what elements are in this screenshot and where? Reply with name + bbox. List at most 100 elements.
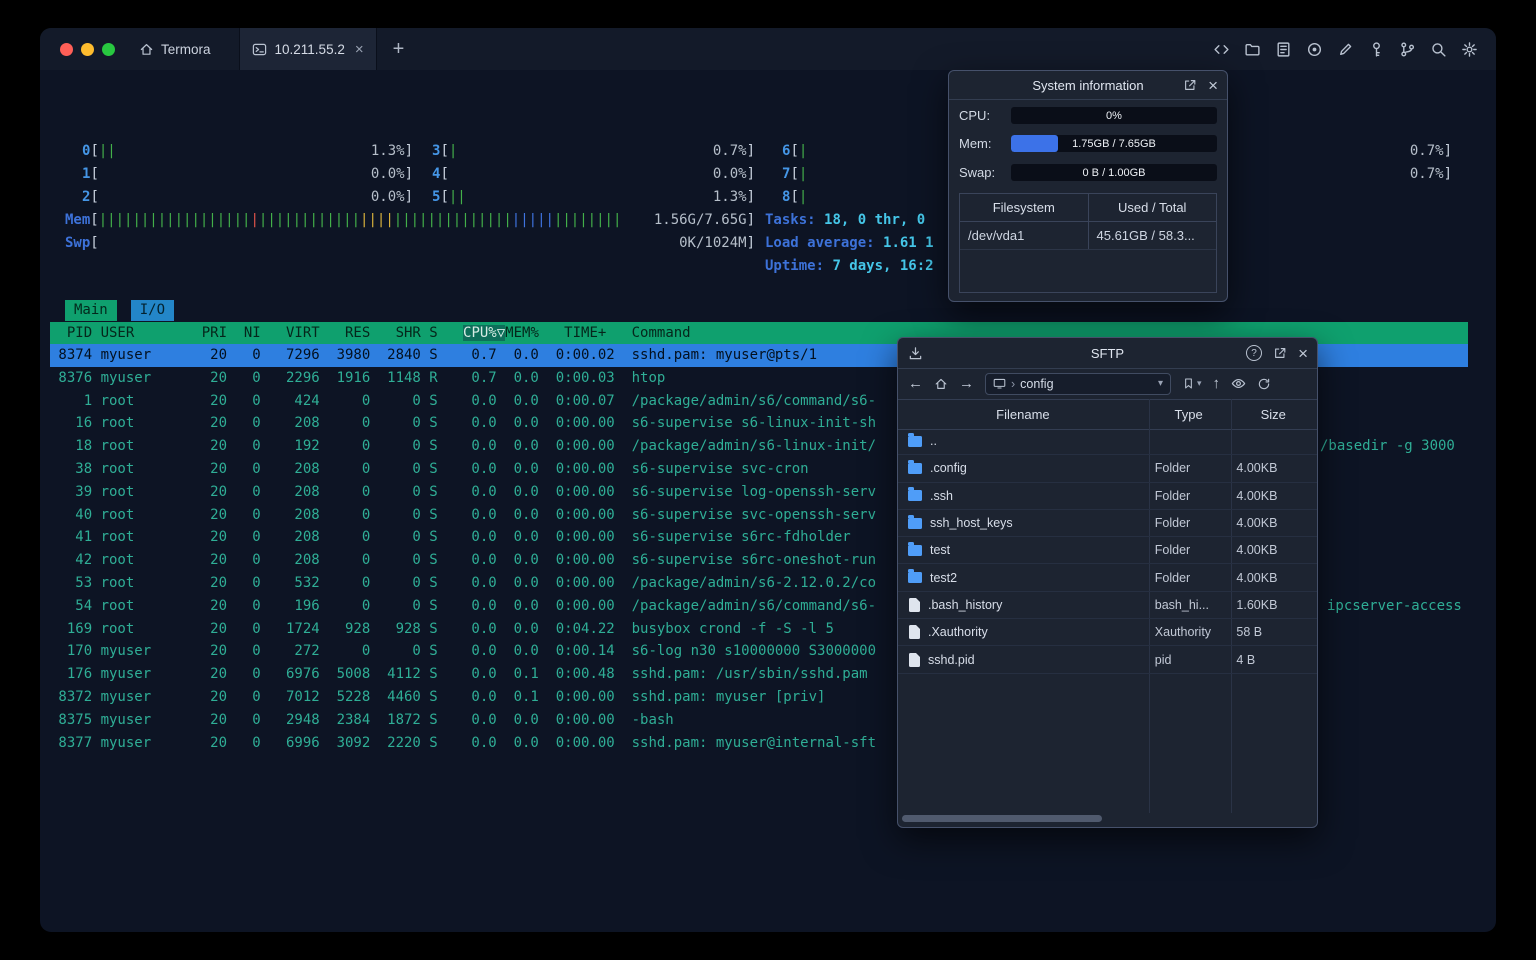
htop-screen-tabs: Main I/O (65, 300, 175, 321)
cpu-usage-bar: 0% (1011, 107, 1217, 124)
file-row[interactable]: .. (898, 428, 1317, 456)
chevron-down-icon: ▾ (1197, 378, 1202, 388)
sftp-toolbar: ← → › config ▾ ▾ ↑ (898, 368, 1317, 399)
minimize-window-button[interactable] (81, 42, 94, 56)
app-window: Termora 10.211.55.2 × + 0[|| 1.3%] 1[0.… (40, 28, 1496, 932)
swap-meter: Swp[ 0K/1024M] (65, 235, 755, 251)
folder-icon (1244, 43, 1260, 56)
htop-tab-io[interactable]: I/O (130, 300, 175, 321)
cpu-meter-4: 4[ 0.0%] (432, 166, 755, 182)
cpu-usage-row: CPU: 0% (959, 107, 1217, 124)
zoom-window-button[interactable] (102, 42, 115, 56)
titlebar-actions (1212, 40, 1496, 58)
load-average: Load average: 1.61 1 (765, 235, 934, 251)
document-icon (1276, 41, 1290, 57)
folder-button[interactable] (1243, 40, 1261, 58)
horizontal-scrollbar[interactable] (900, 815, 1315, 823)
command-overflow-text: /basedir -g 3000 (1320, 438, 1455, 455)
tab-termora-home[interactable]: Termora (131, 28, 239, 70)
file-row[interactable]: test Folder 4.00KB (898, 537, 1317, 565)
memory-usage-bar: 1.75GB / 7.65GB (1011, 135, 1217, 152)
file-list: .. .config Folder 4.00KB .ssh Folder 4.00K… (898, 428, 1317, 674)
close-panel-icon[interactable]: × (1298, 345, 1308, 362)
back-button[interactable]: ← (908, 376, 923, 391)
keys-button[interactable] (1367, 40, 1385, 58)
help-icon[interactable]: ? (1246, 345, 1263, 361)
tab-session[interactable]: 10.211.55.2 × (238, 28, 377, 70)
file-table-header[interactable]: Filename Type Size (898, 399, 1317, 430)
htop-tab-main[interactable]: Main (65, 300, 117, 321)
open-in-window-icon[interactable] (1183, 78, 1197, 92)
scrollbar-thumb[interactable] (902, 815, 1102, 822)
computer-icon (993, 378, 1006, 389)
close-panel-icon[interactable]: × (1208, 77, 1218, 94)
filesystem-row[interactable]: /dev/vda1 45.61GB / 58.3... (960, 222, 1216, 250)
forward-button[interactable]: → (959, 376, 974, 391)
folder-icon (908, 514, 922, 529)
search-icon (1431, 42, 1446, 57)
file-row[interactable]: .config Folder 4.00KB (898, 455, 1317, 483)
log-button[interactable] (1274, 40, 1292, 58)
column-type[interactable]: Type (1148, 400, 1230, 429)
swap-usage-row: Swap: 0 B / 1.00GB (959, 164, 1217, 181)
sort-column-cpu[interactable]: CPU%▽ (463, 325, 506, 341)
session-tab-label: 10.211.55.2 (274, 41, 345, 57)
tasks-summary: Tasks: 18, 0 thr, 0 (765, 212, 926, 228)
open-in-window-icon[interactable] (1273, 346, 1287, 360)
folder-icon (908, 459, 922, 474)
cpu-meter-5: 5[|| 1.3%] (432, 189, 755, 205)
sftp-panel: SFTP ? × ← → › config ▾ ▾ ↑ Filename Typ… (897, 337, 1318, 828)
gear-icon (1461, 41, 1477, 57)
filesystem-table: Filesystem Used / Total /dev/vda1 45.61G… (959, 193, 1217, 293)
search-button[interactable] (1429, 40, 1447, 58)
new-tab-button[interactable]: + (377, 28, 421, 70)
parent-directory-button[interactable]: ↑ (1213, 376, 1221, 391)
filesystem-table-header: Filesystem Used / Total (960, 194, 1216, 222)
terminal-icon (252, 43, 266, 55)
edit-button[interactable] (1336, 40, 1354, 58)
file-row[interactable]: sshd.pid pid 4 B (898, 646, 1317, 674)
transfers-button[interactable] (908, 338, 923, 368)
file-row[interactable]: ssh_host_keys Folder 4.00KB (898, 510, 1317, 538)
file-icon (909, 652, 920, 667)
show-hidden-files-button[interactable] (1231, 376, 1246, 391)
column-size[interactable]: Size (1229, 400, 1317, 429)
settings-button[interactable] (1460, 40, 1478, 58)
cpu-meter-2: 2[ 0.0%] (82, 189, 413, 205)
column-filename[interactable]: Filename (898, 400, 1148, 429)
home-button[interactable] (934, 377, 948, 391)
command-overflow-text: ipcserver-access (1327, 597, 1462, 614)
branch-icon (1400, 42, 1414, 56)
file-row[interactable]: .bash_history bash_hi... 1.60KB (898, 592, 1317, 620)
code-snippets-button[interactable] (1212, 40, 1230, 58)
cpu-meter-3: 3[| 0.7%] (432, 143, 755, 159)
home-icon (140, 43, 153, 55)
refresh-button[interactable] (1257, 377, 1271, 391)
swap-usage-bar: 0 B / 1.00GB (1011, 164, 1217, 181)
window-controls (40, 42, 131, 56)
home-icon (935, 378, 947, 389)
panel-titlebar: SFTP ? × (898, 338, 1317, 369)
file-row[interactable]: .Xauthority Xauthority 58 B (898, 619, 1317, 647)
folder-icon (908, 569, 922, 584)
app-tab-label: Termora (161, 41, 211, 57)
cpu-meter-0: 0[|| 1.3%] (82, 143, 413, 159)
panel-title: System information (1032, 77, 1144, 93)
chevron-down-icon[interactable]: ▾ (1158, 378, 1163, 389)
download-icon (909, 346, 922, 359)
panel-title: SFTP (1090, 345, 1125, 361)
bookmarks-button[interactable]: ▾ (1182, 377, 1202, 390)
record-icon (1307, 42, 1321, 56)
path-breadcrumb[interactable]: › config ▾ (985, 372, 1171, 395)
current-directory: config (1020, 376, 1054, 391)
close-window-button[interactable] (60, 42, 73, 56)
eye-icon (1231, 378, 1246, 389)
port-forwarding-button[interactable] (1398, 40, 1416, 58)
close-tab-icon[interactable]: × (353, 41, 364, 58)
folder-icon (908, 541, 922, 556)
file-row[interactable]: .ssh Folder 4.00KB (898, 483, 1317, 510)
memory-meter: Mem[ |||||||||||||||||||||||||||||||||||… (65, 212, 755, 228)
folder-icon (908, 487, 922, 502)
file-row[interactable]: test2 Folder 4.00KB (898, 564, 1317, 592)
record-button[interactable] (1305, 40, 1323, 58)
